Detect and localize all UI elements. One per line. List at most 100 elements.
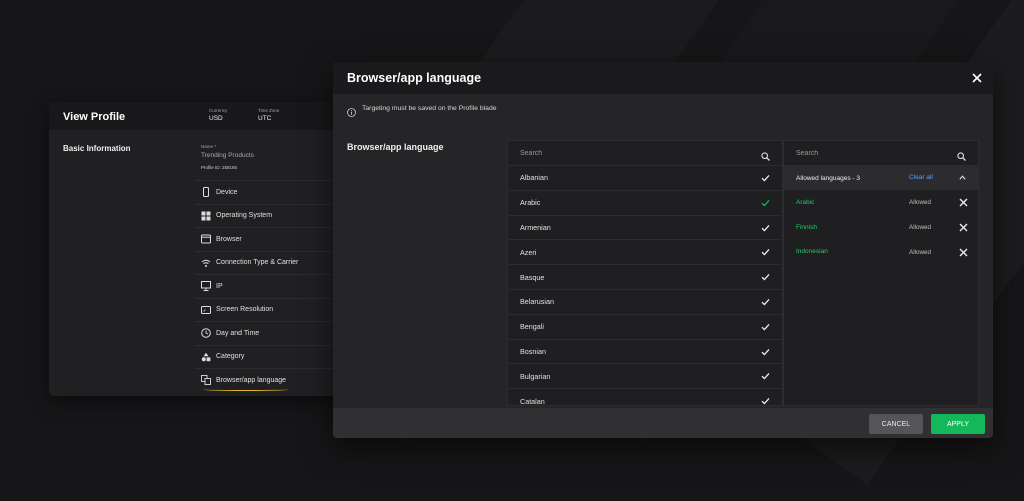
name-block: Name * Trending Products Profile ID: 258… — [201, 144, 254, 170]
language-name: Azeri — [520, 247, 537, 257]
check-icon[interactable] — [761, 372, 770, 380]
currency-label: Currency — [209, 108, 228, 113]
allowed-status: Allowed — [909, 248, 932, 256]
nav-item-browser[interactable]: Browser — [195, 227, 349, 251]
nav-label: Browser/app language — [216, 376, 287, 384]
nav-item-day-and-time[interactable]: Day and Time — [195, 321, 349, 345]
language-row-albanian[interactable]: Albanian — [508, 166, 782, 191]
remove-icon[interactable] — [959, 198, 968, 207]
modal-title: Browser/app language — [347, 71, 482, 85]
nav-item-ip[interactable]: IP — [195, 274, 349, 298]
language-row-basque[interactable]: Basque — [508, 265, 782, 290]
clear-all-link[interactable]: Clear all — [909, 174, 933, 181]
close-icon[interactable] — [971, 71, 983, 83]
info-icon — [347, 104, 356, 117]
allowed-row-arabic: Arabic Allowed — [784, 190, 978, 215]
wifi-icon — [201, 258, 211, 268]
remove-icon[interactable] — [959, 223, 968, 232]
notice-text: Targeting must be saved on the Profile b… — [362, 105, 497, 112]
language-name: Bosnian — [520, 346, 546, 356]
allowed-status: Allowed — [909, 199, 932, 206]
clock-icon — [201, 328, 211, 339]
language-row-bengali[interactable]: Bengali — [508, 315, 782, 340]
allowed-languages-panel: Allowed languages - 3 Clear all Arabic A… — [783, 140, 979, 406]
nav-item-connection[interactable]: Connection Type & Carrier — [195, 250, 349, 275]
profile-header: View Profile Currency USD Time Zone UTC — [49, 102, 349, 130]
allowed-language-name: Finnish — [796, 223, 817, 231]
allowed-search — [784, 141, 978, 166]
check-icon[interactable] — [761, 323, 770, 331]
nav-item-operating-system[interactable]: Operating System — [195, 203, 349, 228]
view-profile-panel: View Profile Currency USD Time Zone UTC … — [49, 102, 349, 396]
nav-item-browser-app-language[interactable]: Browser/app language — [195, 368, 349, 392]
nav-label: Connection Type & Carrier — [216, 259, 299, 267]
language-row-armenian[interactable]: Armenian — [508, 216, 782, 241]
active-highlight-underline — [203, 388, 289, 391]
category-icon — [201, 352, 211, 362]
field-label: Browser/app language — [347, 142, 444, 152]
profile-id: Profile ID: 258165 — [201, 165, 238, 170]
search-icon[interactable] — [761, 148, 770, 161]
language-row-azeri[interactable]: Azeri — [508, 240, 782, 266]
name-field[interactable]: Trending Products — [201, 152, 254, 159]
timezone-label: Time Zone — [258, 108, 280, 113]
language-icon — [201, 375, 211, 386]
allowed-search-input[interactable] — [784, 141, 978, 165]
language-search-input[interactable] — [508, 141, 782, 165]
check-selected-icon[interactable] — [761, 199, 770, 207]
name-label: Name * — [201, 144, 217, 149]
apply-button[interactable]: APPLY — [931, 414, 985, 434]
nav-label: Screen Resolution — [216, 306, 274, 314]
check-icon[interactable] — [761, 298, 770, 306]
language-list: Albanian Arabic Armenian Azeri Basque Be… — [507, 140, 783, 406]
allowed-language-name: Indonesian — [796, 248, 828, 256]
language-row-belarusian[interactable]: Belarusian — [508, 290, 782, 315]
allowed-language-name: Arabic — [796, 198, 815, 206]
language-row-arabic[interactable]: Arabic — [508, 191, 782, 216]
language-name: Catalan — [520, 396, 545, 406]
remove-icon[interactable] — [959, 248, 968, 257]
currency-value: USD — [209, 115, 223, 122]
allowed-count: Allowed languages - 3 — [796, 174, 860, 182]
language-name: Belarusian — [520, 297, 554, 307]
allowed-row-finnish: Finnish Allowed — [784, 215, 978, 240]
nav-label: Operating System — [216, 212, 273, 220]
nav-label: Browser — [216, 235, 242, 243]
cancel-button[interactable]: CANCEL — [869, 414, 923, 434]
language-name: Albanian — [520, 173, 548, 183]
check-icon[interactable] — [761, 224, 770, 232]
screen-icon — [201, 305, 211, 315]
language-row-catalan[interactable]: Catalan — [508, 389, 782, 406]
nav-label: Day and Time — [216, 329, 260, 337]
targeting-nav: Device Operating System Browser Connecti… — [195, 180, 349, 392]
check-icon[interactable] — [761, 273, 770, 281]
nav-item-device[interactable]: Device — [195, 180, 349, 204]
timezone-value: UTC — [258, 115, 272, 122]
profile-title: View Profile — [63, 111, 126, 123]
device-icon — [201, 187, 211, 198]
language-name: Armenian — [520, 222, 551, 232]
nav-item-screen-resolution[interactable]: Screen Resolution — [195, 297, 349, 322]
chevron-up-icon[interactable] — [959, 175, 966, 180]
language-search — [508, 141, 782, 166]
nav-item-category[interactable]: Category — [195, 344, 349, 369]
check-icon[interactable] — [761, 174, 770, 182]
check-icon[interactable] — [761, 248, 770, 256]
modal-footer: CANCEL APPLY — [333, 408, 993, 438]
check-icon[interactable] — [761, 397, 770, 405]
language-row-bulgarian[interactable]: Bulgarian — [508, 364, 782, 390]
search-icon[interactable] — [957, 148, 966, 161]
language-name: Bengali — [520, 322, 544, 332]
allowed-status: Allowed — [909, 223, 932, 231]
language-name: Arabic — [520, 198, 541, 208]
timezone-block: Time Zone UTC — [258, 108, 279, 122]
browser-language-modal: Browser/app language Targeting must be s… — [333, 62, 993, 438]
nav-label: Category — [216, 353, 245, 361]
allowed-row-indonesian: Indonesian Allowed — [784, 240, 978, 265]
language-name: Basque — [520, 272, 545, 282]
targeting-notice: Targeting must be saved on the Profile b… — [347, 104, 497, 117]
check-icon[interactable] — [761, 348, 770, 356]
nav-label: IP — [216, 282, 223, 290]
nav-label: Device — [216, 188, 238, 196]
language-row-bosnian[interactable]: Bosnian — [508, 340, 782, 365]
